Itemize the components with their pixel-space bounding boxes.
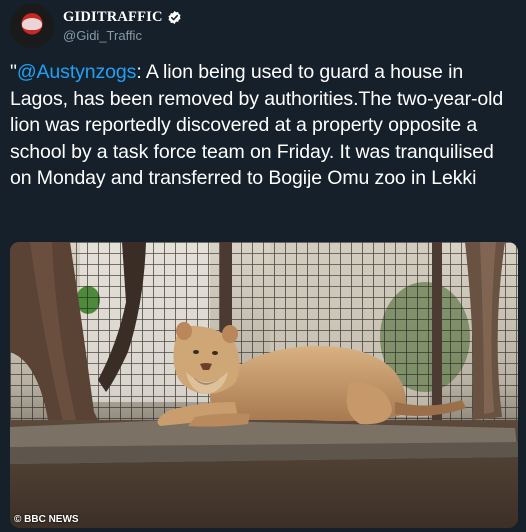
tweet-text: "@Austynzogs: A lion being used to guard… — [10, 59, 518, 192]
tweet-card: GIDITRAFFIC @Gidi_Traffic "@Austynzogs: … — [0, 0, 526, 532]
open-quote: " — [10, 61, 17, 83]
photo-watermark: © BBC NEWS — [14, 514, 79, 525]
author-names: GIDITRAFFIC @Gidi_Traffic — [63, 9, 182, 44]
user-handle[interactable]: @Gidi_Traffic — [63, 28, 182, 44]
avatar[interactable] — [10, 4, 54, 48]
display-name-row: GIDITRAFFIC — [63, 9, 182, 26]
tweet-photo[interactable]: © BBC NEWS — [10, 242, 518, 528]
verified-badge-icon — [168, 10, 181, 24]
lion-photo-image — [10, 242, 518, 528]
mention-link[interactable]: @Austynzogs — [17, 61, 137, 83]
tweet-header: GIDITRAFFIC @Gidi_Traffic — [10, 4, 182, 48]
display-name[interactable]: GIDITRAFFIC — [63, 9, 163, 26]
